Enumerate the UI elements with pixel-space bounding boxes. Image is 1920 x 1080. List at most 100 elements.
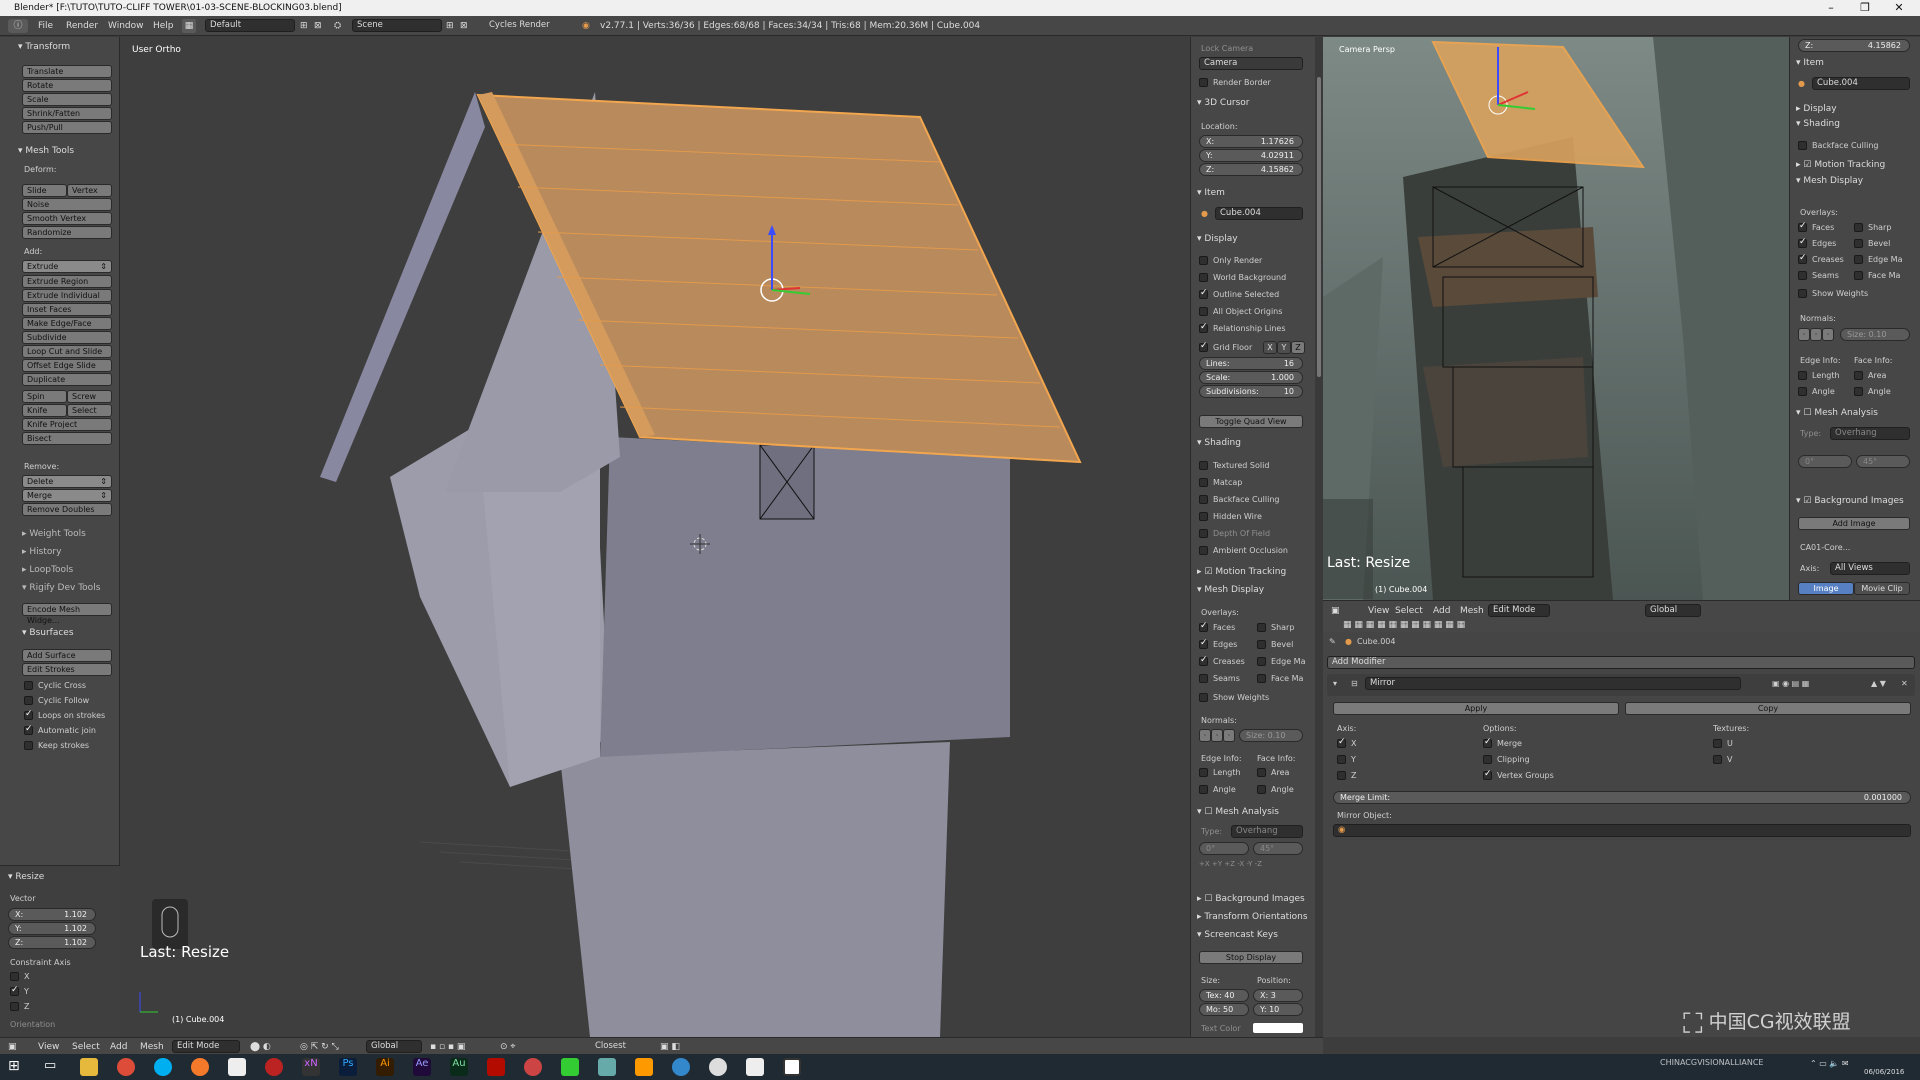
rpanel-type-field[interactable]: Overhang [1830, 427, 1910, 440]
rpanel-normals-face-icon[interactable]: · [1822, 328, 1834, 341]
viewport-menu-select[interactable]: Select [72, 1040, 100, 1054]
remove-doubles-button[interactable]: Remove Doubles [22, 503, 112, 516]
select-mode-icons[interactable]: ▪ ▫ ▪ ▣ [430, 1040, 465, 1054]
merge-button[interactable]: Merge ⇕ [22, 489, 112, 502]
position-y-field[interactable]: Y: 10 [1253, 1003, 1303, 1016]
rpanel-creases-checkbox[interactable] [1798, 253, 1807, 264]
mirror-x-checkbox[interactable] [1337, 737, 1346, 748]
rpanel-display-header[interactable]: ▸ Display [1796, 103, 1837, 115]
position-x-field[interactable]: X: 3 [1253, 989, 1303, 1002]
blender-taskbar-icon[interactable] [191, 1058, 209, 1076]
make-edge-face-button[interactable]: Make Edge/Face [22, 317, 112, 330]
modifier-copy-button[interactable]: Copy [1625, 702, 1911, 715]
mirror-v-checkbox[interactable] [1713, 755, 1722, 764]
app-icon-3[interactable]: xN [302, 1058, 320, 1076]
photoshop-icon[interactable]: Ps [339, 1058, 357, 1076]
item-name-field[interactable]: Cube.004 [1215, 207, 1303, 220]
app-icon-1[interactable] [228, 1058, 246, 1076]
mesh-tools-header[interactable]: ▾ Mesh Tools [18, 145, 74, 157]
menu-render[interactable]: Render [66, 19, 98, 33]
display-header[interactable]: ▾ Display [1197, 233, 1238, 245]
screw-button[interactable]: Screw [67, 390, 112, 403]
vector-z-field[interactable]: Z: 1.102 [8, 936, 96, 949]
layout-selector[interactable]: Default [205, 19, 295, 32]
overlay-face-marks-checkbox[interactable] [1257, 674, 1266, 683]
rpanel-length-checkbox[interactable] [1798, 371, 1807, 380]
scene-icon[interactable]: ⛭ [334, 19, 341, 33]
menu-file[interactable]: File [38, 19, 53, 33]
rpanel-edges-checkbox[interactable] [1798, 237, 1807, 248]
render-engine-selector[interactable]: Cycles Render [484, 19, 566, 32]
constraint-x-checkbox[interactable] [10, 972, 19, 981]
app-icon-8[interactable] [709, 1058, 727, 1076]
grid-lines-field[interactable]: Lines: 16 [1199, 357, 1303, 370]
spin-button[interactable]: Spin [22, 390, 67, 403]
rotate-button[interactable]: Rotate [22, 79, 112, 92]
acrobat-icon[interactable] [487, 1058, 505, 1076]
encode-mesh-widget-button[interactable]: Encode Mesh Widge... [22, 603, 112, 625]
modifier-close-icon[interactable]: ✕ [1901, 678, 1908, 689]
viewport-orientation-selector[interactable]: Global [366, 1040, 422, 1053]
textured-solid-checkbox[interactable] [1199, 461, 1208, 470]
viewport-menu-view[interactable]: View [38, 1040, 59, 1054]
modifier-visibility-icons[interactable]: ▣ ◉ ▤ ▦ [1772, 678, 1809, 689]
extrude-region-button[interactable]: Extrude Region [22, 275, 112, 288]
rpanel-max-field[interactable]: 45° [1856, 455, 1910, 468]
overlay-sharp-checkbox[interactable] [1257, 623, 1266, 632]
chrome-icon[interactable] [117, 1058, 135, 1076]
edit-strokes-button[interactable]: Edit Strokes [22, 663, 112, 676]
depth-of-field-checkbox[interactable] [1199, 529, 1208, 538]
shrink-fatten-button[interactable]: Shrink/Fatten [22, 107, 112, 120]
pivot-icons[interactable]: ◎ ⇱ ↻ ⤡ [300, 1040, 339, 1054]
constraint-y-checkbox[interactable] [10, 985, 19, 996]
tray-icons[interactable]: ⌃ ▭ 🔈 ✉ [1810, 1059, 1849, 1068]
audition-icon[interactable]: Au [450, 1058, 468, 1076]
maximize-button[interactable]: ❐ [1850, 0, 1880, 16]
automatic-join-checkbox[interactable] [24, 724, 33, 735]
analysis-axis-buttons[interactable]: +X +Y +Z -X -Y -Z [1199, 859, 1262, 870]
rpanel-seams-checkbox[interactable] [1798, 271, 1807, 280]
render-preview-icons[interactable]: ▣ ◧ [660, 1040, 680, 1054]
pin-icon[interactable]: ✎ [1329, 636, 1336, 647]
transform-orientations-header[interactable]: ▸ Transform Orientations [1197, 911, 1308, 923]
mesh-analysis-header[interactable]: ▾ ☐ Mesh Analysis [1197, 806, 1279, 818]
after-effects-icon[interactable]: Ae [413, 1058, 431, 1076]
scene-selector[interactable]: Scene [352, 19, 442, 32]
item-header[interactable]: ▾ Item [1197, 187, 1225, 199]
viewport-editor-icon[interactable]: ▣ [8, 1040, 17, 1054]
vlc-icon[interactable] [635, 1058, 653, 1076]
shading-mode-icon[interactable]: ⬤ ◐ [250, 1040, 271, 1054]
extrude-button[interactable]: Extrude ⇕ [22, 260, 112, 273]
camera-menu-view[interactable]: View [1368, 604, 1389, 618]
overlay-faces-checkbox[interactable] [1199, 621, 1208, 632]
mirror-z-checkbox[interactable] [1337, 771, 1346, 780]
windows-start-icon[interactable]: ⊞ [8, 1058, 26, 1076]
overlay-seams-checkbox[interactable] [1199, 674, 1208, 683]
rpanel-item-name[interactable]: Cube.004 [1812, 77, 1910, 90]
outline-selected-checkbox[interactable] [1199, 288, 1208, 299]
grid-scale-field[interactable]: Scale: 1.000 [1199, 371, 1303, 384]
knife-project-button[interactable]: Knife Project [22, 418, 112, 431]
analysis-min-field[interactable]: 0° [1199, 842, 1249, 855]
app-icon-4[interactable] [524, 1058, 542, 1076]
layout-remove-icon[interactable]: ⊠ [314, 19, 322, 33]
cursor-z-field[interactable]: Z: 4.15862 [1199, 163, 1303, 176]
camera-orientation-selector[interactable]: Global [1645, 604, 1701, 617]
rpanel-item-header[interactable]: ▾ Item [1796, 57, 1824, 69]
camera-mode-selector[interactable]: Edit Mode [1488, 604, 1550, 617]
rpanel-angle1-checkbox[interactable] [1798, 387, 1807, 396]
add-modifier-dropdown[interactable]: Add Modifier [1327, 656, 1915, 669]
smooth-vertex-button[interactable]: Smooth Vertex [22, 212, 112, 225]
history-header[interactable]: ▸ History [22, 546, 61, 558]
matcap-checkbox[interactable] [1199, 478, 1208, 487]
scene-remove-icon[interactable]: ⊠ [460, 19, 468, 33]
rpanel-bevel-checkbox[interactable] [1854, 239, 1863, 248]
loops-on-strokes-checkbox[interactable] [24, 709, 33, 720]
overlay-edge-marks-checkbox[interactable] [1257, 657, 1266, 666]
cyclic-follow-checkbox[interactable] [24, 696, 33, 705]
mirror-object-field[interactable]: ◉ [1333, 824, 1911, 837]
delete-button[interactable]: Delete ⇕ [22, 475, 112, 488]
image-tab[interactable]: Image [1798, 582, 1854, 595]
offset-edge-slide-button[interactable]: Offset Edge Slide [22, 359, 112, 372]
camera-viewport[interactable]: Camera Persp Last: Resize (1) Cube.004 [1323, 37, 1789, 600]
